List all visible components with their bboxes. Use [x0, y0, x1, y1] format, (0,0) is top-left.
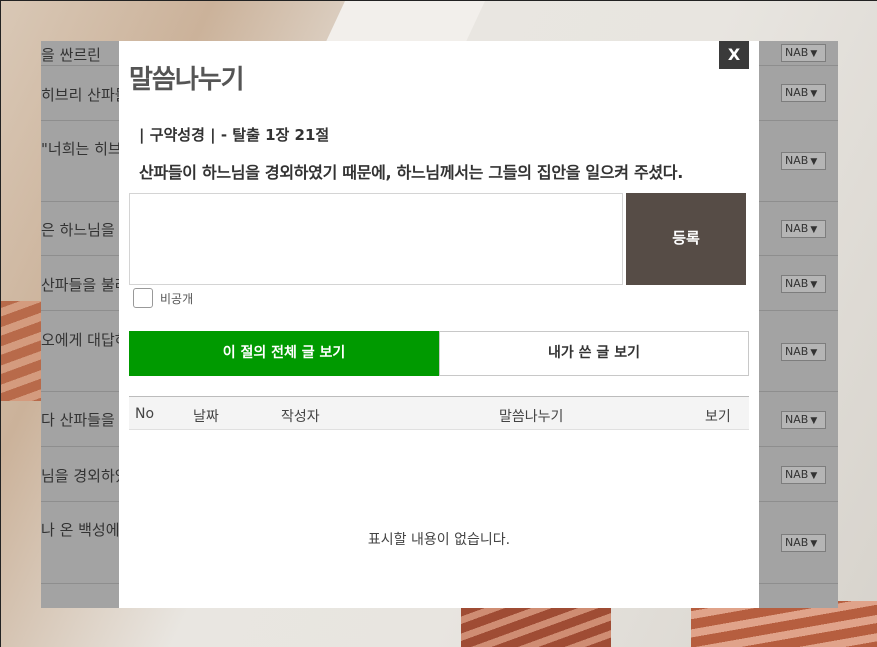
table-header: No 날짜 작성자 말씀나누기 보기: [129, 396, 749, 430]
column-header-date: 날짜: [193, 409, 219, 425]
translation-select[interactable]: NAB ▼: [781, 44, 826, 62]
translation-select[interactable]: NAB ▼: [781, 152, 826, 170]
dropdown-arrow-icon: ▼: [810, 416, 818, 426]
submit-button[interactable]: 등록: [626, 193, 746, 285]
verse-text: 산파들이 하느님을 경외하였기 때문에, 하느님께서는 그들의 집안을 일으켜 …: [139, 163, 684, 182]
modal-title: 말씀나누기: [129, 65, 245, 95]
column-header-view: 보기: [705, 409, 731, 425]
comment-input[interactable]: [129, 193, 623, 285]
dropdown-arrow-icon: ▼: [810, 157, 818, 167]
column-header-author: 작성자: [281, 409, 320, 425]
list-item-text: 을 싼르린: [41, 46, 101, 64]
column-header-sharing: 말씀나누기: [499, 409, 564, 425]
private-label: 비공개: [160, 292, 194, 306]
list-item-text: 님을 경외하였: [41, 467, 129, 485]
translation-select[interactable]: NAB ▼: [781, 343, 826, 361]
close-button[interactable]: X: [719, 41, 749, 69]
translation-select[interactable]: NAB ▼: [781, 466, 826, 484]
list-item-text: 오에게 대답하: [41, 331, 129, 349]
list-item-text: 히브리 산파들: [41, 86, 129, 104]
dropdown-arrow-icon: ▼: [810, 471, 818, 481]
translation-select[interactable]: NAB ▼: [781, 534, 826, 552]
dropdown-arrow-icon: ▼: [810, 89, 818, 99]
empty-message: 표시할 내용이 없습니다.: [367, 532, 511, 548]
verse-reference: | 구약성경 | - 탈출 1장 21절: [139, 126, 330, 144]
list-item-text: "너희는 히브: [41, 140, 122, 158]
dropdown-arrow-icon: ▼: [810, 539, 818, 549]
column-header-no: No: [135, 406, 155, 422]
private-checkbox[interactable]: [133, 288, 153, 308]
dropdown-arrow-icon: ▼: [810, 225, 818, 235]
translation-select[interactable]: NAB ▼: [781, 84, 826, 102]
list-item-text: 산파들을 불러: [41, 276, 129, 294]
dropdown-arrow-icon: ▼: [810, 348, 818, 358]
translation-select[interactable]: NAB ▼: [781, 220, 826, 238]
tab-my-posts[interactable]: 내가 쓴 글 보기: [439, 331, 749, 376]
dropdown-arrow-icon: ▼: [810, 280, 818, 290]
tab-all-posts[interactable]: 이 절의 전체 글 보기: [129, 331, 439, 376]
translation-select[interactable]: NAB ▼: [781, 411, 826, 429]
translation-select[interactable]: NAB ▼: [781, 275, 826, 293]
dropdown-arrow-icon: ▼: [810, 49, 818, 59]
background-roof-center: [461, 607, 611, 647]
sharing-modal: X 말씀나누기 | 구약성경 | - 탈출 1장 21절 산파들이 하느님을 경…: [119, 41, 759, 608]
